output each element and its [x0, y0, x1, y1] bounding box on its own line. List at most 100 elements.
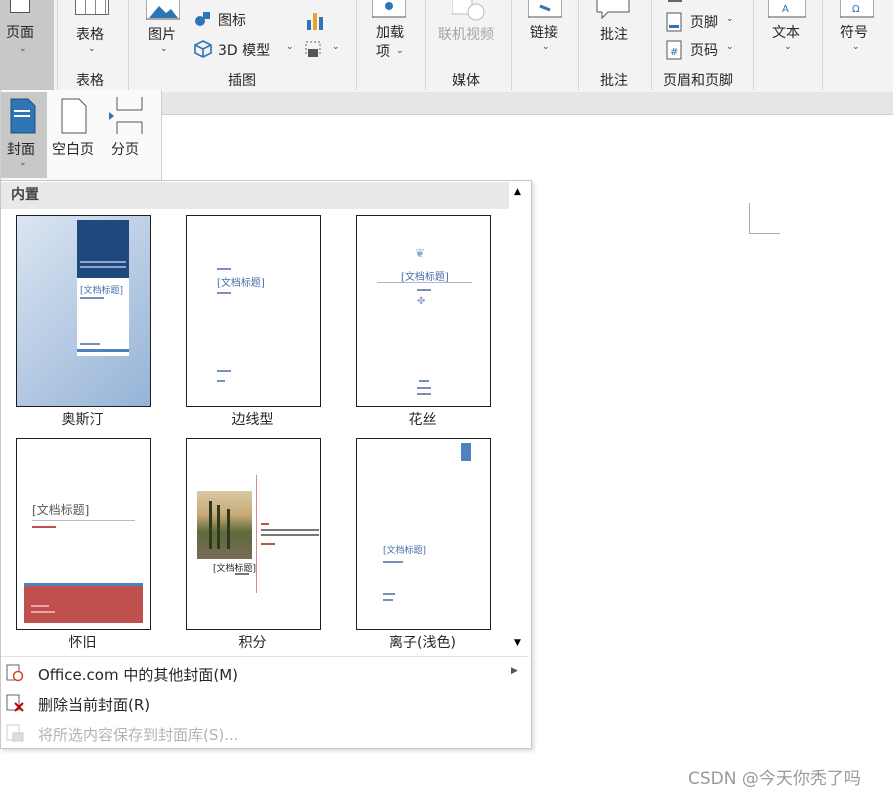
footer-button[interactable]: 页脚 ⌄ [664, 10, 748, 34]
austin-header-block [77, 220, 129, 278]
blank-page-icon [61, 98, 87, 134]
page-break-button[interactable]: 分页 [105, 92, 151, 178]
cover-name-integral: 积分 [238, 635, 267, 651]
menu-item-save-selection[interactable]: 将所选内容保存到封面库(S)... [1, 718, 529, 748]
header-button[interactable] [664, 0, 744, 6]
cover-gallery: 内置 ▲ ▼ [文档标题] 奥斯汀 [文档标题] 边线型 ❦ [文档标题] ✤ … [0, 180, 532, 749]
blank-page-label: 空白页 [52, 142, 94, 158]
more-covers-label: Office.com 中的其他封面(M) [38, 666, 239, 684]
text-icon: A [768, 0, 806, 18]
chart-icon [307, 13, 323, 30]
chevron-down-icon: ⌄ [286, 42, 294, 52]
gallery-section-header: 内置 [1, 182, 509, 209]
link-icon [528, 0, 562, 18]
page-number-button[interactable]: # 页码 ⌄ [664, 38, 748, 62]
blank-page-button[interactable]: 空白页 [49, 92, 101, 178]
cover-name-austin: 奥斯汀 [61, 412, 104, 428]
illustrations-group-label: 插图 [228, 73, 256, 89]
table-button-label: 表格 [76, 27, 104, 43]
page-icon [10, 0, 30, 13]
symbol-button[interactable]: Ω 符号 ⌄ [834, 0, 880, 62]
delete-page-icon [6, 694, 24, 712]
ribbon: 页面 ⌄ 表格 ⌄ 表格 图片 ⌄ 图标 3D 模型 ⌄ ⌄ 插图 加载 项 ⌄… [0, 0, 893, 93]
online-video-label: 联机视频 [438, 27, 494, 43]
cover-page-icon [10, 98, 36, 134]
filigree-title: [文档标题] [401, 272, 449, 283]
icons-button-label: 图标 [218, 13, 246, 29]
comment-button[interactable]: 批注 [590, 0, 640, 62]
svg-text:Ω: Ω [852, 4, 860, 15]
header-footer-group-label: 页眉和页脚 [663, 73, 733, 89]
cover-name-sideline: 边线型 [231, 412, 274, 428]
watermark: CSDN @今天你秃了吗 [688, 769, 861, 789]
footer-icon [666, 12, 682, 32]
cover-thumb-integral[interactable]: [文档标题] [186, 438, 321, 630]
menu-item-remove-cover[interactable]: 删除当前封面(R) [1, 688, 529, 718]
save-to-gallery-icon [6, 724, 24, 742]
scroll-up-icon[interactable]: ▲ [514, 187, 521, 197]
text-button-label: 文本 [772, 25, 800, 41]
comment-icon [596, 0, 630, 20]
online-video-icon [452, 0, 485, 21]
chevron-down-icon: ⌄ [19, 158, 27, 168]
filigree-ornament-icon-2: ✤ [417, 296, 426, 307]
table-icon [75, 0, 109, 15]
remove-cover-label: 删除当前封面(R) [38, 696, 151, 714]
submenu-arrow-icon: ▶ [511, 666, 518, 676]
header-icon [668, 0, 682, 2]
chevron-down-icon: ⌄ [19, 44, 27, 54]
page-break-label: 分页 [111, 142, 139, 158]
chevron-down-icon: ⌄ [88, 44, 96, 54]
ion-accent-block [461, 443, 471, 461]
online-video-button[interactable]: 联机视频 [434, 0, 504, 62]
filigree-ornament-icon: ❦ [415, 246, 426, 260]
cover-thumb-ion-light[interactable]: [文档标题] [356, 438, 491, 630]
integral-photo [197, 491, 252, 559]
addins-icon [372, 0, 406, 18]
office-page-icon [6, 664, 24, 682]
icons-button[interactable]: 图标 [192, 8, 274, 32]
chevron-down-icon: ⌄ [332, 42, 340, 52]
page-break-icon [109, 97, 143, 134]
chevron-down-icon: ⌄ [160, 44, 168, 54]
chevron-down-icon: ⌄ [852, 42, 860, 52]
cover-name-ion-light: 离子(浅色) [389, 635, 456, 651]
text-button[interactable]: A 文本 ⌄ [764, 0, 810, 62]
picture-button-label: 图片 [148, 27, 176, 43]
cover-thumb-retrospect[interactable]: [文档标题] [16, 438, 151, 630]
picture-button[interactable]: 图片 ⌄ [140, 0, 186, 62]
cover-thumb-sideline[interactable]: [文档标题] [186, 215, 321, 407]
chevron-down-icon: ⌄ [396, 46, 404, 56]
cover-thumb-filigree[interactable]: ❦ [文档标题] ✤ [356, 215, 491, 407]
table-button[interactable]: 表格 ⌄ [70, 0, 116, 62]
cover-name-retrospect: 怀旧 [68, 635, 97, 651]
chart-button[interactable] [304, 10, 328, 34]
pages-popup: 封面 ⌄ 空白页 分页 [0, 90, 162, 183]
picture-icon [146, 0, 180, 20]
cover-button-label: 封面 [7, 142, 35, 158]
addins-button[interactable]: 加载 项 ⌄ [366, 0, 416, 62]
media-group-label: 媒体 [452, 73, 480, 89]
document-margin-corner [749, 203, 780, 234]
svg-text:#: # [670, 47, 678, 58]
scroll-down-icon[interactable]: ▼ [514, 638, 521, 648]
footer-button-label: 页脚 [690, 15, 718, 31]
cover-name-filigree: 花丝 [408, 412, 437, 428]
page-button[interactable]: 页面 ⌄ [0, 0, 54, 90]
save-selection-label: 将所选内容保存到封面库(S)... [38, 726, 239, 744]
symbol-icon: Ω [840, 0, 874, 18]
3d-model-label: 3D 模型 [218, 43, 271, 59]
link-button[interactable]: 链接 ⌄ [522, 0, 568, 62]
page-number-label: 页码 [690, 43, 718, 59]
menu-item-more-covers[interactable]: Office.com 中的其他封面(M) ▶ [1, 658, 529, 688]
gallery-scrollbar[interactable]: ▲ ▼ [509, 181, 529, 656]
symbol-button-label: 符号 [840, 25, 868, 41]
cover-button[interactable]: 封面 ⌄ [1, 92, 47, 178]
screenshot-button[interactable]: ⌄ [304, 38, 346, 62]
cover-thumb-austin[interactable]: [文档标题] [16, 215, 151, 407]
addins-button-label-2: 项 [376, 44, 390, 60]
ion-title: [文档标题] [383, 546, 427, 556]
screenshot-icon [305, 41, 321, 57]
table-group-label: 表格 [76, 73, 104, 89]
3d-model-button[interactable]: 3D 模型 ⌄ [192, 38, 302, 62]
